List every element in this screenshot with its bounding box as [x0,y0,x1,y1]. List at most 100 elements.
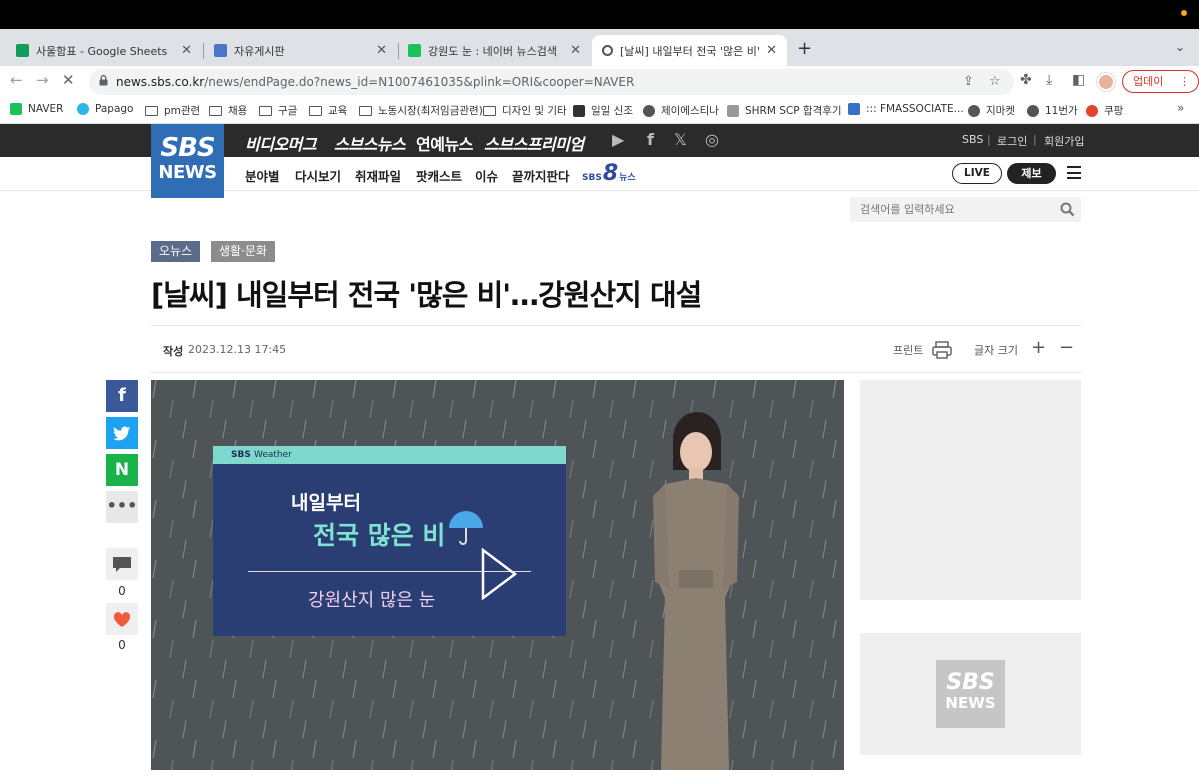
papago-icon [77,103,89,115]
url-text: news.sbs.co.kr/news/endPage.do?news_id=N… [116,75,634,89]
sheets-icon [16,44,29,57]
font-increase-icon[interactable]: + [1031,337,1046,358]
category-badge-lifestyle[interactable]: 생활·문화 [211,241,275,262]
tab-sheets[interactable]: 사울함표 - Google Sheets ✕ [6,35,202,66]
gnb-videomug[interactable]: 비디오머그 [245,131,317,155]
sbs-8-news-link[interactable]: SBS8뉴스 [582,161,636,186]
close-icon[interactable]: ✕ [570,43,581,58]
twitter-share-icon[interactable] [106,417,138,449]
side-panel-icon[interactable]: ◧ [1072,72,1085,88]
live-button[interactable]: LIVE [952,163,1002,184]
bookmark-label: 제이에스티나 [661,105,719,117]
address-bar[interactable]: news.sbs.co.kr/news/endPage.do?news_id=N… [89,69,1014,95]
search-icon[interactable] [1060,202,1075,217]
print-label[interactable]: 프린트 [893,342,923,358]
like-heart-icon[interactable] [106,603,138,635]
gnb-premium[interactable]: 스브스프리미엄 [484,131,584,155]
back-icon[interactable]: ← [10,71,23,89]
board-line-1: 내일부터 [291,492,361,514]
close-icon[interactable]: ✕ [766,43,777,58]
play-icon[interactable] [481,548,517,600]
sbs8-num: 8 [602,161,619,186]
bookmark-naver[interactable]: NAVER [10,103,63,115]
folder-icon [359,105,372,116]
facebook-share-icon[interactable]: f [106,380,138,412]
bookmark-fmassociate[interactable]: ::: FMASSOCIATE... [848,103,964,115]
util-login[interactable]: 로그인 [997,133,1027,149]
lnb-reporter-file[interactable]: 취재파일 [355,166,401,185]
download-icon[interactable]: ⤓ [1046,72,1052,88]
util-signup[interactable]: 회원가입 [1044,133,1084,149]
close-icon[interactable]: ✕ [376,43,387,58]
tab-title: [날씨] 내일부터 전국 '많은 비'...강원 [620,44,760,58]
bookmark-folder-pm[interactable]: pm관련 [145,103,200,118]
bookmark-label: 11번가 [1045,105,1078,117]
bookmark-star-icon[interactable]: ☆ [989,74,1001,89]
lnb-replay[interactable]: 다시보기 [295,166,341,185]
os-menubar [0,0,1199,29]
bookmark-label: 디자인 및 기타 [502,105,567,117]
folder-icon [259,105,272,116]
bookmark-label: 교육 [328,105,348,117]
stop-icon[interactable]: ✕ [62,71,75,89]
naver-share-icon[interactable]: N [106,454,138,486]
search-input[interactable] [850,197,1050,222]
close-icon[interactable]: ✕ [181,43,192,58]
forward-icon[interactable]: → [36,71,49,89]
printer-icon[interactable] [932,341,952,359]
lnb-podcast[interactable]: 팟캐스트 [416,166,462,185]
bookmark-folder-edu[interactable]: 교육 [309,103,347,118]
profile-avatar[interactable] [1097,73,1115,91]
tab-sbs-article[interactable]: [날씨] 내일부터 전국 '많은 비'...강원 ✕ [592,35,787,66]
board-line-3: 강원산지 많은 눈 [308,590,436,611]
youtube-icon[interactable]: ▶ [612,130,624,149]
sbs8-pre: SBS [582,173,602,183]
lnb-issue[interactable]: 이슈 [475,166,498,185]
extensions-icon[interactable]: ✤ [1020,72,1032,88]
globe-icon [968,104,980,117]
gnb-subsnews[interactable]: 스브스뉴스 [334,131,406,155]
folder-icon [145,105,158,116]
gnb-entertainment[interactable]: 연예뉴스 [416,131,473,155]
report-button[interactable]: 제보 [1007,163,1056,184]
bookmark-folder-google[interactable]: 구글 [259,103,297,118]
lnb-until-end[interactable]: 끝까지판다 [512,166,570,185]
tab-title: 자유게시판 [234,44,285,58]
coupang-icon [1086,104,1098,117]
instagram-icon[interactable]: ◎ [705,130,719,149]
lnb-category[interactable]: 분야별 [245,166,280,185]
font-decrease-icon[interactable]: − [1059,337,1074,358]
util-sbs[interactable]: SBS [962,133,983,146]
video-player[interactable]: SBS Weather 내일부터 전국 많은 비 강원산지 많은 눈 [151,380,844,770]
comment-icon[interactable] [106,548,138,580]
bookmark-papago[interactable]: Papago [77,103,133,115]
hamburger-menu-icon[interactable] [1067,166,1081,179]
more-share-icon[interactable]: ••• [106,491,138,523]
bookmark-coupang[interactable]: 쿠팡 [1086,103,1123,118]
article-meta: 작성 2023.12.13 17:45 프린트 글자 크기 + − [151,325,1081,373]
x-icon[interactable]: 𝕏 [674,130,687,149]
loading-icon [602,45,613,56]
bookmark-folder-design[interactable]: 디자인 및 기타 [483,103,567,118]
tab-naver-search[interactable]: 강원도 눈 : 네이버 뉴스검색 ✕ [398,35,591,66]
more-bookmarks-icon[interactable]: » [1177,101,1184,115]
search-box [850,197,1081,222]
tab-board[interactable]: 자유게시판 ✕ [204,35,397,66]
bookmark-jestina[interactable]: 제이에스티나 [643,103,719,118]
bookmark-daily[interactable]: 일일 신조 [573,103,633,118]
update-button[interactable]: 업데이트⋮ [1122,70,1199,109]
bookmark-folder-jobs[interactable]: 채용 [209,103,247,118]
bookmark-folder-labor[interactable]: 노동시장(최저임금관련) [359,103,483,118]
new-tab-button[interactable]: + [797,38,812,59]
bookmark-shrm[interactable]: SHRM SCP 합격후기 [727,103,842,118]
bookmark-11st[interactable]: 11번가 [1027,103,1078,118]
url-host: news.sbs.co.kr [116,75,205,89]
bookmark-gmarket[interactable]: 지마켓 [968,103,1015,118]
tab-strip: 사울함표 - Google Sheets ✕ 자유게시판 ✕ 강원도 눈 : 네… [0,29,1199,66]
sbs-news-logo[interactable]: SBS NEWS [151,124,224,198]
facebook-icon[interactable]: f [647,130,654,149]
category-badge-onews[interactable]: 오뉴스 [151,241,201,262]
tab-search-chevron-icon[interactable]: ⌄ [1175,40,1185,54]
naver-icon [408,44,421,57]
share-icon[interactable]: ⇪ [963,74,974,89]
